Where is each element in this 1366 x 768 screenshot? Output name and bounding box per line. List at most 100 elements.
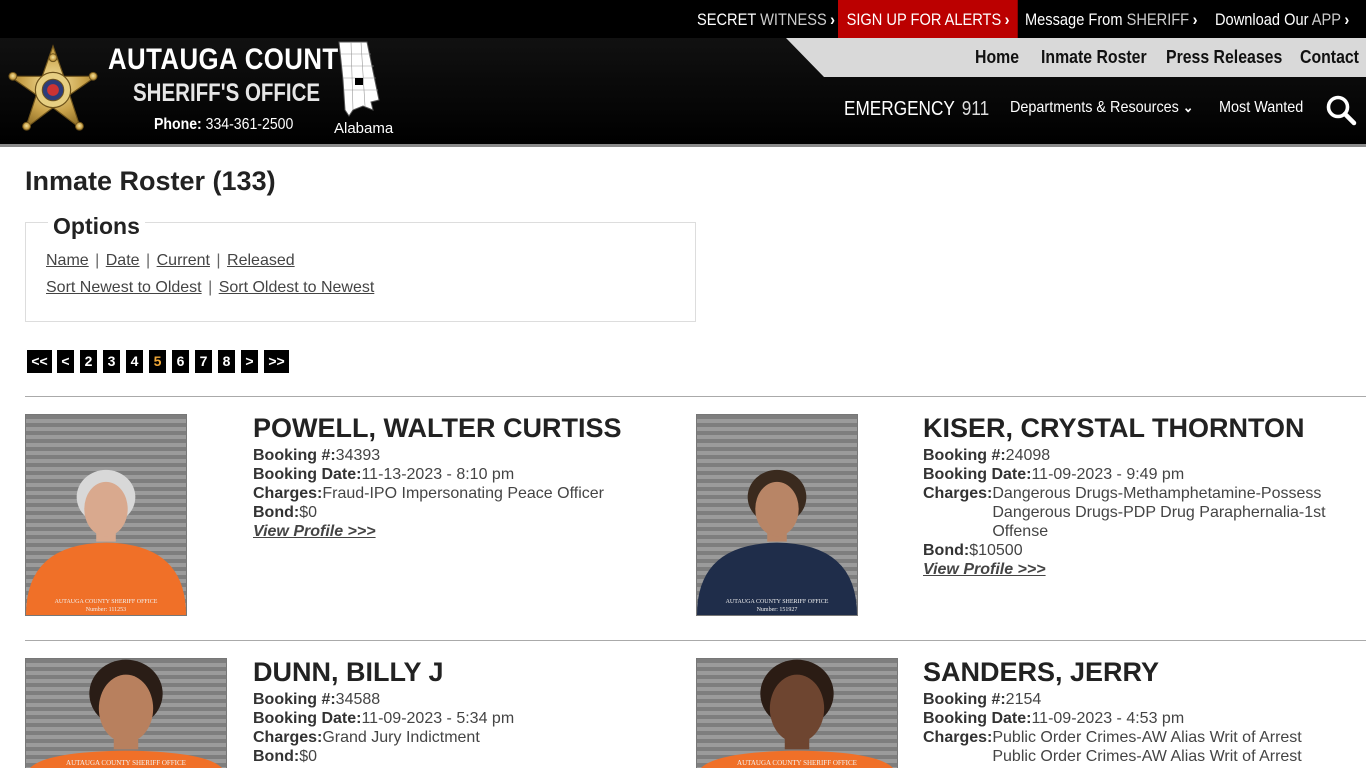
- inmate-card: SANDERS, JERRY Booking #:2154 Booking Da…: [923, 656, 1343, 766]
- mugshot-image: AUTAUGA COUNTY SHERIFF OFFICENumber: 293…: [26, 659, 226, 768]
- sign-up-alerts-label: SIGN UP FOR ALERTS: [846, 10, 1002, 29]
- county-name: AUTAUGA COUNTY: [108, 43, 357, 76]
- mugshot-image: AUTAUGA COUNTY SHERIFF OFFICE Number: 111…: [26, 415, 186, 615]
- bond-label: Bond:: [923, 542, 970, 559]
- booking-date-value: 11-09-2023 - 9:49 pm: [1031, 466, 1185, 483]
- inmate-card: POWELL, WALTER CURTISS Booking #:34393 B…: [253, 412, 673, 541]
- secret-witness-link[interactable]: SECRET WITNESS ›: [697, 0, 835, 38]
- search-icon[interactable]: [1325, 94, 1357, 126]
- view-profile-link[interactable]: View Profile >>>: [253, 523, 376, 540]
- download-label-b: APP: [1311, 10, 1341, 29]
- departments-resources-dropdown[interactable]: Departments & Resources ⌄: [1010, 99, 1193, 117]
- pager-page[interactable]: 4: [126, 350, 143, 373]
- nav-home[interactable]: Home: [975, 47, 1019, 68]
- inmate-photo[interactable]: AUTAUGA COUNTY SHERIFF OFFICE Number: 111…: [25, 414, 187, 616]
- pager-current-page[interactable]: 5: [149, 350, 166, 373]
- page-title: Inmate Roster (133): [25, 166, 276, 196]
- svg-text:AUTAUGA COUNTY SHERIFF OFFICE: AUTAUGA COUNTY SHERIFF OFFICE: [55, 599, 158, 605]
- message-label-a: Message From: [1025, 10, 1123, 29]
- separator: |: [95, 252, 100, 269]
- sort-oldest-link[interactable]: Sort Oldest to Newest: [219, 279, 375, 296]
- phone-number: Phone: 334-361-2500: [154, 116, 293, 134]
- header-divider: [0, 144, 1366, 147]
- booking-no-label: Booking #:: [923, 691, 1006, 708]
- charges-label: Charges:: [253, 485, 323, 502]
- svg-text:AUTAUGA COUNTY SHERIFF OFFICE: AUTAUGA COUNTY SHERIFF OFFICE: [726, 599, 829, 605]
- nav-contact[interactable]: Contact: [1300, 47, 1359, 68]
- booking-date-value: 11-09-2023 - 4:53 pm: [1031, 710, 1185, 727]
- booking-date-label: Booking Date:: [253, 710, 362, 727]
- charge-item: Grand Jury Indictment: [322, 729, 480, 746]
- phone-label: Phone:: [154, 116, 202, 133]
- bond-label: Bond:: [253, 748, 300, 765]
- booking-no-value: 34393: [335, 447, 381, 464]
- charges-label: Charges:: [923, 729, 993, 746]
- row-divider: [25, 640, 1366, 641]
- pager-page[interactable]: 8: [218, 350, 235, 373]
- charge-item: Public Order Crimes-AW Alias Writ of Arr…: [992, 729, 1302, 746]
- bond-value: $0: [299, 748, 317, 765]
- pager-page[interactable]: 7: [195, 350, 212, 373]
- row-divider: [25, 396, 1366, 397]
- options-panel: Options Name | Date | Current | Released…: [25, 213, 696, 322]
- options-title: Options: [48, 213, 145, 240]
- site-header: AUTAUGA COUNTY SHERIFF'S OFFICE Phone: 3…: [0, 38, 1366, 147]
- message-from-sheriff-link[interactable]: Message From SHERIFF ›: [1025, 0, 1197, 38]
- bond-value: $10500: [969, 542, 1023, 559]
- inmate-photo[interactable]: AUTAUGA COUNTY SHERIFF OFFICE Number: 151…: [696, 414, 858, 616]
- pager-page[interactable]: 2: [80, 350, 97, 373]
- inmate-name: POWELL, WALTER CURTISS: [253, 413, 622, 443]
- sort-by-name-link[interactable]: Name: [46, 252, 89, 269]
- message-label-b: SHERIFF: [1126, 10, 1190, 29]
- departments-label: Departments & Resources: [1010, 99, 1179, 116]
- emergency-label: EMERGENCY: [844, 98, 955, 120]
- chevron-right-icon: ›: [1192, 10, 1198, 29]
- nav-inmate-roster[interactable]: Inmate Roster: [1041, 47, 1147, 68]
- booking-no-label: Booking #:: [923, 447, 1006, 464]
- charges-label: Charges:: [253, 729, 323, 746]
- charge-item: Fraud-IPO Impersonating Peace Officer: [322, 485, 604, 502]
- sheriff-star-badge-icon[interactable]: [4, 44, 102, 136]
- pager-first[interactable]: <<: [27, 350, 52, 373]
- charge-item: Dangerous Drugs-Methamphetamine-Possess: [992, 485, 1322, 502]
- charges-label: Charges:: [923, 485, 993, 502]
- pager-next[interactable]: >: [241, 350, 258, 373]
- most-wanted-link[interactable]: Most Wanted: [1219, 99, 1303, 117]
- alabama-map-icon: [338, 41, 380, 117]
- booking-no-value: 24098: [1005, 447, 1051, 464]
- booking-no-value: 34588: [335, 691, 381, 708]
- pager-prev[interactable]: <: [57, 350, 74, 373]
- booking-date-label: Booking Date:: [923, 710, 1032, 727]
- chevron-right-icon: ›: [1344, 10, 1350, 29]
- pager-page[interactable]: 3: [103, 350, 120, 373]
- bond-value: $0: [299, 504, 317, 521]
- svg-text:Number: 111253: Number: 111253: [86, 607, 126, 613]
- utility-bar: SECRET WITNESS › SIGN UP FOR ALERTS › Mess…: [0, 0, 1366, 38]
- booking-no-label: Booking #:: [253, 447, 336, 464]
- nav-press-releases[interactable]: Press Releases: [1166, 47, 1282, 68]
- filter-released-link[interactable]: Released: [227, 252, 295, 269]
- sign-up-alerts-link[interactable]: SIGN UP FOR ALERTS ›: [838, 0, 1019, 38]
- inmate-photo[interactable]: AUTAUGA COUNTY SHERIFF OFFICENumber: 977: [696, 658, 898, 768]
- download-app-link[interactable]: Download Our APP ›: [1215, 0, 1349, 38]
- mugshot-image: AUTAUGA COUNTY SHERIFF OFFICENumber: 977: [697, 659, 897, 768]
- separator: |: [216, 252, 221, 269]
- emergency-value: 911: [961, 98, 990, 120]
- svg-text:Number: 151927: Number: 151927: [757, 607, 798, 613]
- inmate-photo[interactable]: AUTAUGA COUNTY SHERIFF OFFICENumber: 293…: [25, 658, 227, 768]
- sort-newest-link[interactable]: Sort Newest to Oldest: [46, 279, 202, 296]
- phone-value: 334-361-2500: [205, 116, 294, 133]
- separator: |: [146, 252, 151, 269]
- inmate-name: DUNN, BILLY J: [253, 657, 444, 687]
- view-profile-link[interactable]: View Profile >>>: [923, 561, 1046, 578]
- inmate-card: KISER, CRYSTAL THORNTON Booking #:24098 …: [923, 412, 1343, 579]
- sort-field-links: Name | Date | Current | Released: [46, 252, 295, 270]
- booking-date-value: 11-13-2023 - 8:10 pm: [361, 466, 515, 483]
- pager-page[interactable]: 6: [172, 350, 189, 373]
- pager-last[interactable]: >>: [264, 350, 289, 373]
- emergency-number: EMERGENCY 911: [844, 98, 989, 121]
- booking-date-label: Booking Date:: [253, 466, 362, 483]
- filter-current-link[interactable]: Current: [157, 252, 210, 269]
- booking-date-value: 11-09-2023 - 5:34 pm: [361, 710, 515, 727]
- sort-by-date-link[interactable]: Date: [106, 252, 140, 269]
